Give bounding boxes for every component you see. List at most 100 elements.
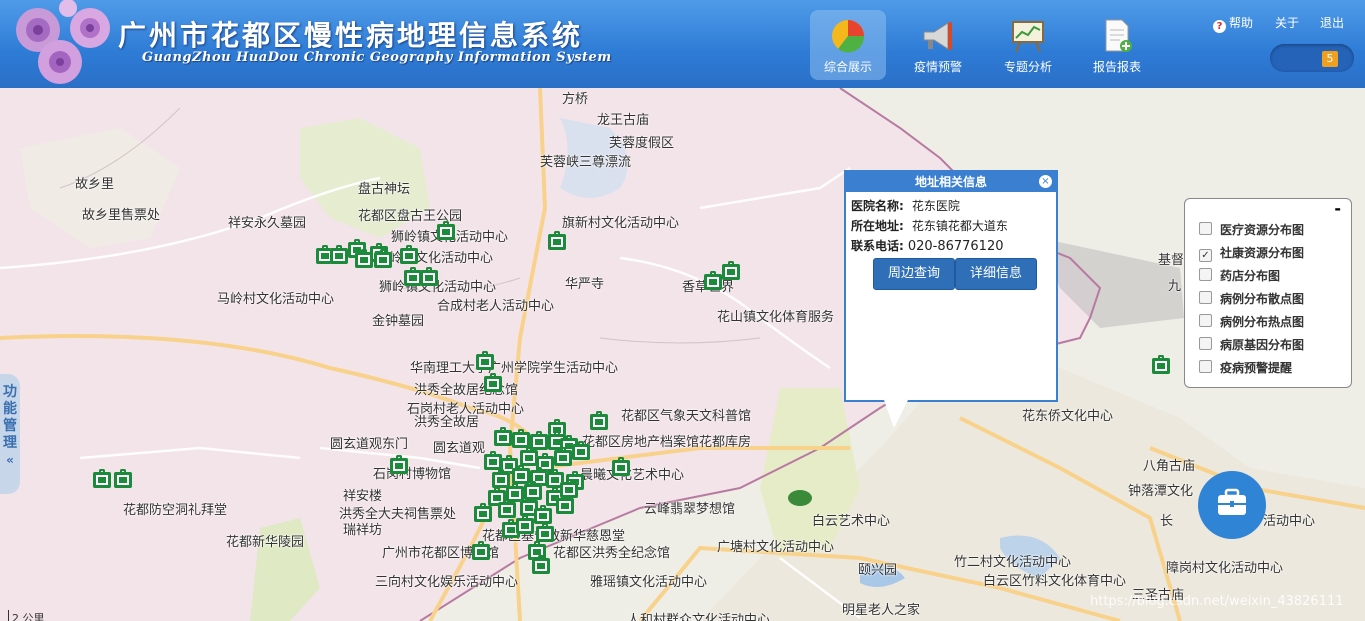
layer-checkbox[interactable] xyxy=(1199,337,1212,350)
layer-option-label: 疫病预警提醒 xyxy=(1220,361,1293,375)
map-place-label: 芙蓉度假区 xyxy=(609,136,675,151)
map-place-label: 马岭村文化活动中心 xyxy=(217,292,335,307)
community-health-marker-icon[interactable] xyxy=(536,523,554,542)
detail-info-button[interactable]: 详细信息 xyxy=(955,258,1037,290)
community-health-marker-icon[interactable] xyxy=(476,351,494,370)
nav-epidemic-warning[interactable]: 疫情预警 xyxy=(900,10,976,80)
map-place-label: 白云区竹料文化体育中心 xyxy=(983,574,1127,589)
toolbox-icon xyxy=(1218,488,1246,515)
community-health-marker-icon[interactable] xyxy=(512,465,530,484)
community-health-marker-icon[interactable] xyxy=(390,455,408,474)
layer-checkbox[interactable] xyxy=(1199,360,1212,373)
nearby-search-button[interactable]: 周边查询 xyxy=(873,258,955,290)
map-place-label: 石岗村博物馆 xyxy=(373,467,452,482)
address-info-popup: 地址相关信息 × 医院名称: 花东医院 所在地址: 花东镇花都大道东 联系电话: 02… xyxy=(844,170,1058,402)
community-health-marker-icon[interactable] xyxy=(484,373,502,392)
map-place-label: 八角古庙 xyxy=(1143,459,1196,474)
layer-option[interactable]: 医疗资源分布图 xyxy=(1199,221,1304,238)
community-health-marker-icon[interactable] xyxy=(498,499,516,518)
map-place-label: 故乡里售票处 xyxy=(82,208,161,223)
community-health-marker-icon[interactable] xyxy=(93,469,111,488)
layer-checkbox[interactable]: ✓ xyxy=(1199,249,1212,262)
community-health-marker-icon[interactable] xyxy=(400,245,418,264)
nav-reports[interactable]: 报告报表 xyxy=(1079,10,1155,80)
layer-checkbox[interactable] xyxy=(1199,268,1212,281)
about-link[interactable]: 关于 xyxy=(1275,14,1299,31)
map-place-label: 障岗村文化活动中心 xyxy=(1166,561,1284,576)
map-place-label: 雅瑶镇文化活动中心 xyxy=(590,575,708,590)
community-health-marker-icon[interactable] xyxy=(1152,355,1170,374)
map-place-label: 方桥 xyxy=(562,92,589,107)
community-health-marker-icon[interactable] xyxy=(548,231,566,250)
community-health-marker-icon[interactable] xyxy=(114,469,132,488)
popup-title: 地址相关信息 xyxy=(846,172,1056,192)
map-place-label: 花都防空洞礼拜堂 xyxy=(123,503,228,518)
layer-checkbox[interactable] xyxy=(1199,314,1212,327)
watermark-text: https://blog.csdn.net/weixin_43826111 xyxy=(1090,594,1344,609)
message-count-badge[interactable]: 5 xyxy=(1322,51,1338,67)
layer-option[interactable]: 病原基因分布图 xyxy=(1199,336,1304,353)
community-health-marker-icon[interactable] xyxy=(516,515,534,534)
community-health-marker-icon[interactable] xyxy=(534,505,552,524)
community-health-marker-icon[interactable] xyxy=(474,503,492,522)
map-place-label: 竹二村文化活动中心 xyxy=(954,555,1072,570)
hospital-name-label: 医院名称: xyxy=(851,199,904,213)
map-place-label: 圆玄道观东门 xyxy=(330,437,409,452)
map-place-label: 芙蓉峡三尊漂流 xyxy=(540,155,632,170)
community-health-marker-icon[interactable] xyxy=(494,427,512,446)
community-health-marker-icon[interactable] xyxy=(722,261,740,280)
collapse-arrow-icon: « xyxy=(6,453,14,467)
map-place-label: 人和村群众文化活动中心 xyxy=(627,613,771,621)
map-place-label: 基督 xyxy=(1158,253,1185,268)
layer-option[interactable]: 药店分布图 xyxy=(1199,267,1280,284)
toolbox-button[interactable] xyxy=(1198,471,1266,539)
map-place-label: 钟落潭文化 xyxy=(1128,484,1194,499)
community-health-marker-icon[interactable] xyxy=(472,541,490,560)
map-place-label: 祥安楼 xyxy=(343,489,383,504)
easel-chart-icon xyxy=(1012,21,1044,53)
community-health-marker-icon[interactable] xyxy=(512,429,530,448)
address-label: 所在地址: xyxy=(851,219,904,233)
layer-option[interactable]: 病例分布热点图 xyxy=(1199,313,1304,330)
community-health-marker-icon[interactable] xyxy=(590,411,608,430)
function-management-tab[interactable]: 功能管理 « xyxy=(0,374,20,494)
community-health-marker-icon[interactable] xyxy=(330,245,348,264)
community-health-marker-icon[interactable] xyxy=(530,431,548,450)
message-box[interactable] xyxy=(1270,44,1354,72)
map-view[interactable]: 方桥 龙王古庙 芙蓉度假区 芙蓉峡三尊漂流 故乡里 盘古神坛 故乡里售票处 祥安永久墓园 花都区… xyxy=(0,88,1365,621)
nav-thematic-analysis[interactable]: 专题分析 xyxy=(990,10,1066,80)
layer-option[interactable]: 病例分布散点图 xyxy=(1199,290,1304,307)
nav-overview[interactable]: 综合展示 xyxy=(810,10,886,80)
community-health-marker-icon[interactable] xyxy=(420,267,438,286)
close-icon[interactable]: × xyxy=(1039,175,1052,188)
map-place-label: 金钟墓园 xyxy=(372,314,425,329)
map-place-label: 九 xyxy=(1168,279,1182,294)
rose-logo-icon xyxy=(16,0,110,84)
map-place-label: 花都区洪秀全纪念馆 xyxy=(553,546,671,561)
map-place-label: 狮岭镇文化活动中心 xyxy=(376,251,494,266)
community-health-marker-icon[interactable] xyxy=(374,249,392,268)
logout-link[interactable]: 退出 xyxy=(1320,14,1344,31)
layer-checkbox[interactable] xyxy=(1199,291,1212,304)
help-icon: ? xyxy=(1213,20,1226,33)
layer-option[interactable]: 疫病预警提醒 xyxy=(1199,359,1292,376)
pie-chart-icon xyxy=(832,20,865,53)
community-health-marker-icon[interactable] xyxy=(532,555,550,574)
community-health-marker-icon[interactable] xyxy=(704,271,722,290)
layer-option[interactable]: ✓ 社康资源分布图 xyxy=(1199,244,1304,262)
map-place-label: 洪秀全故居 xyxy=(414,415,480,430)
help-link[interactable]: ? 帮助 xyxy=(1213,14,1253,33)
community-health-marker-icon[interactable] xyxy=(572,441,590,460)
nav-thematic-analysis-label: 专题分析 xyxy=(1003,60,1052,74)
map-place-label: 花都新华陵园 xyxy=(226,535,305,550)
map-place-label: 花都区房地产档案馆花都库房 xyxy=(582,435,752,450)
help-label: 帮助 xyxy=(1229,16,1254,30)
community-health-marker-icon[interactable] xyxy=(556,495,574,514)
community-health-marker-icon[interactable] xyxy=(554,447,572,466)
community-health-marker-icon[interactable] xyxy=(437,221,455,240)
megaphone-icon xyxy=(923,22,952,50)
layer-checkbox[interactable] xyxy=(1199,222,1212,235)
minimize-button[interactable]: - xyxy=(1334,199,1341,218)
community-health-marker-icon[interactable] xyxy=(612,457,630,476)
map-place-label: 长 xyxy=(1160,514,1174,529)
